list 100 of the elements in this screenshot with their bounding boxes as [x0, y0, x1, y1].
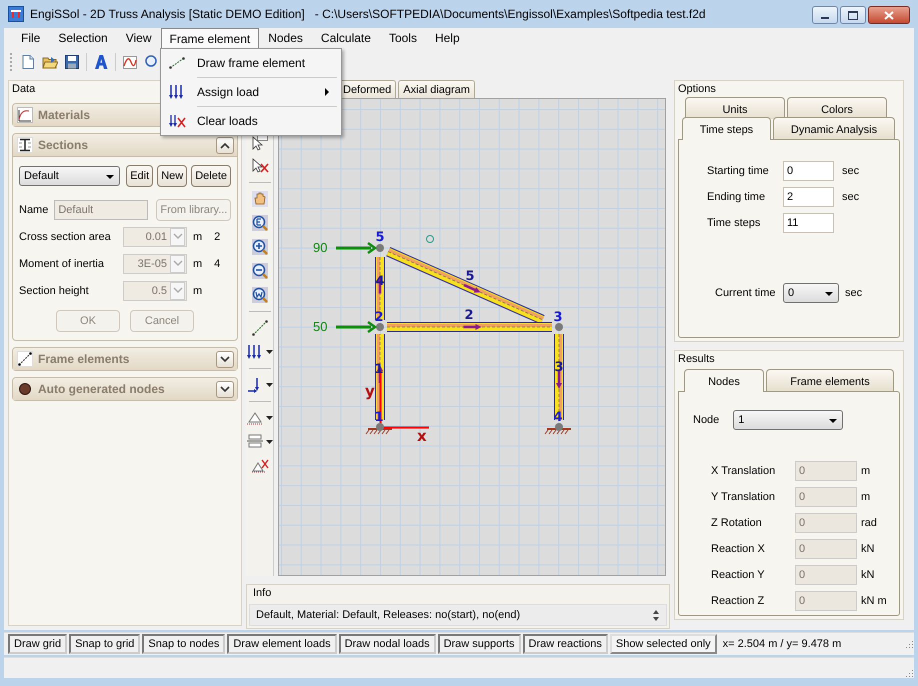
menu-item[interactable]: Selection — [49, 28, 117, 48]
field-label: Section height — [19, 284, 90, 296]
toggle-button[interactable]: Draw grid — [8, 634, 68, 654]
minimize-button[interactable] — [812, 6, 838, 24]
toggle-button[interactable]: Draw supports — [438, 634, 520, 654]
input-field[interactable]: 2 — [783, 187, 834, 207]
deselect-icon[interactable] — [250, 157, 268, 175]
load-arrow[interactable] — [336, 242, 378, 254]
view-tab[interactable]: Axial diagram — [398, 80, 475, 98]
frame-member[interactable] — [386, 322, 552, 332]
node-point[interactable] — [376, 323, 384, 331]
node-icon — [17, 381, 33, 397]
caret-icon[interactable] — [266, 383, 273, 387]
unit-label: sec — [842, 165, 860, 177]
field-label: Reaction X — [710, 543, 766, 555]
element-label: 2 — [464, 308, 474, 323]
line-icon[interactable] — [250, 319, 268, 337]
toggle-button[interactable]: Snap to nodes — [142, 634, 226, 654]
axis-label: x — [417, 427, 427, 445]
zoom-window-icon[interactable] — [250, 286, 268, 304]
open-folder-icon[interactable] — [42, 54, 58, 70]
unit-label: kN — [861, 569, 874, 581]
chart-icon[interactable] — [122, 54, 138, 70]
save-icon[interactable] — [64, 54, 80, 70]
font-icon[interactable] — [93, 54, 109, 70]
chevron-button[interactable] — [216, 380, 234, 398]
unit-label: kN — [861, 543, 874, 555]
axis-label: y — [365, 382, 375, 400]
node-point[interactable] — [555, 323, 563, 331]
field-label: Y Translation — [710, 491, 776, 503]
caret-icon[interactable] — [266, 350, 273, 354]
menu-item[interactable]: Help — [426, 28, 469, 48]
scroll-arrows-icon[interactable] — [652, 608, 660, 622]
form-button[interactable]: Delete — [191, 165, 231, 187]
field-label: Cross section area — [19, 230, 112, 242]
app-icon — [8, 6, 24, 22]
maximize-button[interactable] — [840, 6, 866, 24]
field-label: Starting time — [706, 165, 770, 177]
caret-icon[interactable] — [266, 440, 273, 444]
frame-member[interactable] — [375, 334, 385, 420]
toggle-button[interactable]: Show selected only — [610, 634, 717, 654]
load-value: 90 — [313, 240, 328, 255]
section-dropdown[interactable]: Default — [19, 166, 120, 186]
node-point[interactable] — [555, 423, 563, 431]
options-tab[interactable]: Dynamic Analysis — [773, 117, 895, 139]
field-label: Moment of inertia — [19, 258, 105, 270]
load-arrow[interactable] — [336, 320, 378, 334]
menu-item[interactable]: Calculate — [312, 28, 380, 48]
toggle-button[interactable]: Draw reactions — [522, 634, 608, 654]
distributed-load-icon[interactable] — [246, 343, 264, 361]
toggle-button[interactable]: Snap to grid — [69, 634, 140, 654]
node-point[interactable] — [376, 423, 384, 431]
results-tab[interactable]: Frame elements — [766, 369, 894, 391]
panel-title: Options — [678, 83, 716, 97]
field-label: Time steps — [706, 217, 762, 229]
options-tab[interactable]: Time steps — [682, 117, 771, 140]
chevron-button[interactable] — [216, 350, 234, 368]
input-field[interactable]: 11 — [783, 213, 834, 233]
menu-item[interactable]: File — [12, 28, 50, 48]
clear-supports-icon[interactable] — [250, 457, 268, 475]
zoom-out-icon[interactable] — [250, 262, 268, 280]
options-tab[interactable]: Units — [685, 97, 785, 119]
menu-item[interactable]: Nodes — [259, 28, 312, 48]
chevron-button[interactable] — [216, 136, 234, 154]
form-button[interactable]: Edit — [126, 165, 154, 187]
caret-icon[interactable] — [266, 416, 273, 420]
form-button[interactable]: New — [157, 165, 188, 187]
distributed-load-icon — [168, 84, 186, 100]
element-label: 5 — [465, 269, 475, 284]
field-label: X Translation — [710, 465, 776, 477]
time-dropdown[interactable]: 0 — [783, 283, 839, 303]
chevron-down-icon[interactable] — [220, 386, 230, 392]
menu-entry[interactable]: Draw frame element — [163, 51, 339, 75]
toggle-button[interactable]: Draw nodal loads — [338, 634, 436, 654]
frame-member[interactable] — [554, 334, 564, 420]
field-label: Name — [19, 204, 48, 216]
menu-item[interactable]: Frame element — [160, 28, 260, 48]
unit-label: m — [861, 491, 870, 503]
close-icon[interactable] — [884, 10, 894, 20]
chevron-down-icon[interactable] — [220, 356, 230, 362]
menu-item[interactable]: View — [116, 28, 161, 48]
input-field[interactable]: 0 — [783, 161, 834, 181]
node-label: 3 — [553, 310, 563, 325]
options-tab[interactable]: Colors — [787, 97, 887, 119]
unit-exponent: 4 — [214, 258, 220, 270]
i-beam-icon — [17, 137, 33, 153]
menu-item[interactable]: Tools — [380, 28, 426, 48]
new-file-icon[interactable] — [20, 54, 36, 70]
field-label: Ending time — [706, 191, 766, 203]
node-point[interactable] — [376, 244, 384, 252]
close-button[interactable] — [868, 6, 910, 24]
frame-member[interactable] — [386, 247, 545, 324]
chevron-up-icon[interactable] — [220, 142, 230, 148]
pan-icon[interactable] — [250, 190, 268, 208]
node-dropdown[interactable]: 1 — [733, 410, 844, 430]
zoom-extents-icon[interactable] — [250, 214, 268, 232]
toggle-button[interactable]: Draw element loads — [227, 634, 337, 654]
panel-title: Results — [678, 353, 715, 367]
results-tab[interactable]: Nodes — [684, 369, 764, 392]
zoom-in-icon[interactable] — [250, 238, 268, 256]
